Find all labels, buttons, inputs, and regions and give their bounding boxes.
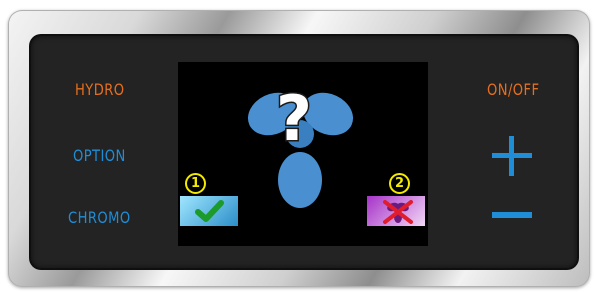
status-badge-1: 1: [185, 173, 206, 194]
minus-button[interactable]: [492, 212, 532, 218]
plus-button[interactable]: [492, 136, 532, 176]
chromo-button[interactable]: CHROMO: [68, 208, 131, 227]
onoff-button[interactable]: ON/OFF: [487, 80, 539, 99]
svg-text:?: ?: [276, 82, 312, 155]
status-badge-2: 2: [389, 173, 410, 194]
display-screen: ? 1 2: [178, 62, 428, 246]
fan-off-icon: [367, 196, 425, 226]
hydro-button[interactable]: HYDRO: [75, 80, 124, 99]
check-icon: [180, 196, 238, 226]
option-button[interactable]: OPTION: [73, 146, 126, 165]
